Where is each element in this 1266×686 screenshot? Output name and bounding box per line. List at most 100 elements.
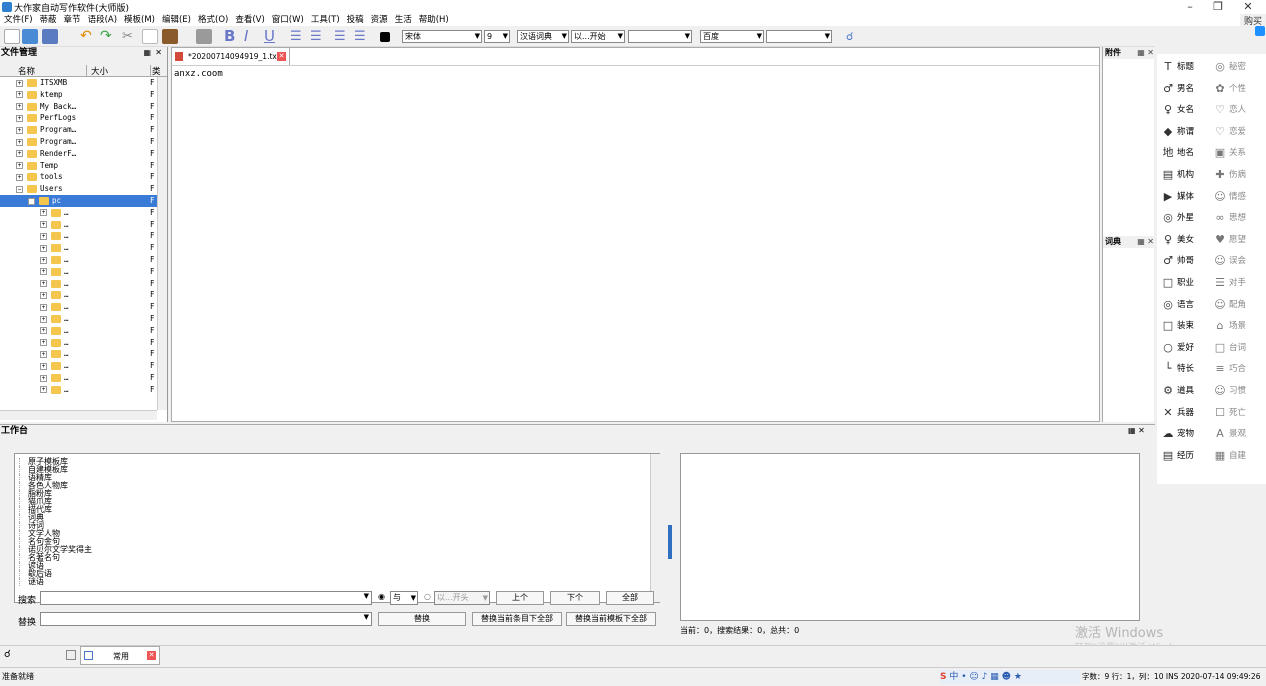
expand-icon[interactable]: + xyxy=(40,244,47,252)
radio-and[interactable]: ◉ xyxy=(378,592,385,601)
library-item[interactable]: ☺ 配角 xyxy=(1213,296,1246,314)
file-tree-row[interactable]: + … F xyxy=(0,372,157,384)
paste-icon[interactable] xyxy=(162,29,178,44)
menu-item[interactable]: 投稿 xyxy=(347,14,364,26)
menu-item[interactable]: 窗口(W) xyxy=(272,14,304,26)
library-item[interactable]: ✕ 兵器 xyxy=(1161,404,1194,422)
col-type[interactable]: 类 xyxy=(150,65,161,77)
library-item[interactable]: ◆ 称谓 xyxy=(1161,123,1194,141)
file-tree-row[interactable]: + … F xyxy=(0,360,157,372)
file-tree-row[interactable]: + Program… F xyxy=(0,124,157,136)
template-list-item[interactable]: 语精库 xyxy=(19,474,659,482)
prev-button[interactable]: 上个 xyxy=(496,591,544,605)
library-item[interactable]: ☰ 对手 xyxy=(1213,274,1246,292)
library-item[interactable]: ▣ 关系 xyxy=(1213,144,1246,162)
file-tree-row[interactable]: + … F xyxy=(0,254,157,266)
library-item[interactable]: ◎ 语言 xyxy=(1161,296,1194,314)
expand-icon[interactable]: + xyxy=(16,138,23,146)
cut-icon[interactable]: ✂ xyxy=(122,29,138,44)
library-item[interactable]: ∞ 思想 xyxy=(1213,209,1246,227)
template-list-item[interactable]: 名著名句 xyxy=(19,554,659,562)
and-select[interactable]: 与 ▼ xyxy=(390,591,418,605)
align-center-icon[interactable]: ☰ xyxy=(310,29,326,44)
close-find-icon[interactable] xyxy=(66,650,76,660)
text-color-icon[interactable] xyxy=(380,32,390,42)
font-size-select[interactable]: 9 ▼ xyxy=(484,30,510,43)
template-list-item[interactable]: 谚语 xyxy=(19,562,659,570)
library-item[interactable]: ◎ 外星 xyxy=(1161,209,1194,227)
library-item[interactable]: ○ 爱好 xyxy=(1161,339,1194,357)
replace-button[interactable]: 替换 xyxy=(378,612,466,626)
file-tree-scrollbar[interactable] xyxy=(157,77,167,410)
template-list-item[interactable]: 脂粉库 xyxy=(19,490,659,498)
expand-icon[interactable]: + xyxy=(16,103,23,111)
expand-icon[interactable]: + xyxy=(16,150,23,158)
menu-item[interactable]: 蒂蔽 xyxy=(40,14,57,26)
close-common-tab-icon[interactable]: ✕ xyxy=(147,651,156,660)
file-tree-row[interactable]: + … F xyxy=(0,325,157,337)
menu-item[interactable]: 格式(O) xyxy=(198,14,228,26)
all-button[interactable]: 全部 xyxy=(606,591,654,605)
expand-icon[interactable]: + xyxy=(40,386,47,394)
library-item[interactable]: ♡ 恋爱 xyxy=(1213,123,1246,141)
library-item[interactable]: ☺ 误会 xyxy=(1213,252,1246,270)
template-list-item[interactable]: 诗词 xyxy=(19,522,659,530)
justify-icon[interactable]: ☰ xyxy=(354,29,370,44)
library-item[interactable]: ▤ 机构 xyxy=(1161,166,1194,184)
file-tree-row[interactable]: + … F xyxy=(0,301,157,313)
menu-item[interactable]: 查看(V) xyxy=(235,14,264,26)
search-icon[interactable]: ☌ xyxy=(846,29,862,44)
menu-item[interactable]: 模板(M) xyxy=(124,14,155,26)
library-item[interactable]: ♡ 恋人 xyxy=(1213,101,1246,119)
attachment-close-icon[interactable]: ▦ ✕ xyxy=(1137,47,1154,59)
file-tree-row[interactable]: + … F xyxy=(0,219,157,231)
dictionary-select[interactable]: 汉语词典 ▼ xyxy=(517,30,569,43)
expand-icon[interactable]: + xyxy=(40,303,47,311)
template-list-item[interactable]: 猫爪库 xyxy=(19,498,659,506)
expand-icon[interactable]: + xyxy=(40,280,47,288)
template-list-item[interactable]: 歇后语 xyxy=(19,570,659,578)
file-tree-row[interactable]: + ITSXMB F xyxy=(0,77,157,89)
template-list-scrollbar[interactable] xyxy=(650,454,660,602)
library-item[interactable]: ☁ 宠物 xyxy=(1161,425,1195,443)
align-left-icon[interactable]: ☰ xyxy=(290,29,306,44)
font-select[interactable]: 宋体 ▼ xyxy=(402,30,482,43)
file-tree-hscrollbar[interactable] xyxy=(0,410,157,420)
expand-icon[interactable]: + xyxy=(40,291,47,299)
new-file-icon[interactable] xyxy=(4,29,20,44)
expand-icon[interactable]: + xyxy=(16,79,23,87)
library-item[interactable]: T 标题 xyxy=(1161,58,1194,76)
template-list-item[interactable]: 原子模板库 xyxy=(19,458,659,466)
template-list-item[interactable]: 词典 xyxy=(19,514,659,522)
template-list-item[interactable]: 各色人物库 xyxy=(19,482,659,490)
file-tree-row[interactable]: + … F xyxy=(0,348,157,360)
expand-icon[interactable]: + xyxy=(40,221,47,229)
ime-toolbar[interactable]: S 中 • ☺ ♪ ▦ ☻ ★ xyxy=(940,670,1080,684)
undo-icon[interactable]: ↶ xyxy=(80,29,96,44)
workbench-close-icon[interactable]: ▦ ✕ xyxy=(1128,425,1145,437)
maximize-button[interactable]: ❐ xyxy=(1204,0,1232,14)
close-tab-icon[interactable]: ✕ xyxy=(277,52,286,61)
library-item[interactable]: ♥ 愿望 xyxy=(1213,231,1246,249)
library-item[interactable]: ☺ 习惯 xyxy=(1213,382,1246,400)
match-mode-select[interactable]: 以...开始 ▼ xyxy=(571,30,625,43)
template-list-item[interactable]: 名句金句 xyxy=(19,538,659,546)
library-item[interactable]: ◎ 秘密 xyxy=(1213,58,1246,76)
close-panel-icon[interactable]: ✕ xyxy=(155,47,162,59)
file-tree-row[interactable]: − pc F xyxy=(0,195,157,207)
expand-icon[interactable]: + xyxy=(40,268,47,276)
buy-link[interactable]: 购买 xyxy=(1240,14,1266,27)
file-tree-row[interactable]: − Users F xyxy=(0,183,157,195)
file-tree-row[interactable]: + … F xyxy=(0,266,157,278)
template-list-item[interactable]: 文学人物 xyxy=(19,530,659,538)
expand-icon[interactable]: + xyxy=(40,315,47,323)
library-item[interactable]: ⌂ 场景 xyxy=(1213,317,1247,335)
expand-icon[interactable]: + xyxy=(16,126,23,134)
col-name[interactable]: 名称 xyxy=(18,65,35,77)
file-tree-row[interactable]: + … F xyxy=(0,278,157,290)
tab-common[interactable]: 常用 ✕ xyxy=(80,646,160,665)
library-item[interactable]: □ 装束 xyxy=(1161,317,1194,335)
italic-icon[interactable]: I xyxy=(244,29,260,44)
library-item[interactable]: ✿ 个性 xyxy=(1213,80,1246,98)
menu-item[interactable]: 资源 xyxy=(371,14,388,26)
